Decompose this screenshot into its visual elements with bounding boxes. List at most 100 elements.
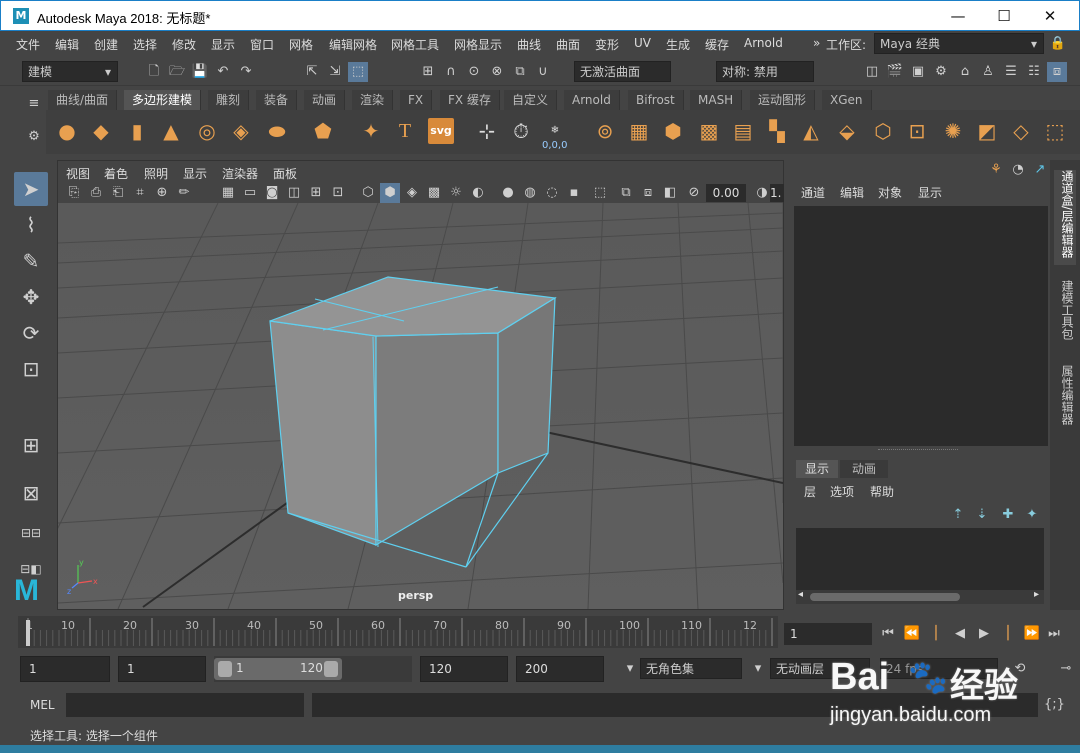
time-slider[interactable]: 110203040506070809010011012 bbox=[18, 616, 778, 648]
character-set-field[interactable]: 无角色集 bbox=[640, 658, 742, 679]
layer-menu-layers[interactable]: 层 bbox=[804, 483, 816, 500]
motion-blur-icon[interactable]: ◍ bbox=[520, 183, 540, 203]
xray-components-icon[interactable]: ◧ bbox=[660, 183, 680, 203]
combine-icon[interactable]: ⊚ bbox=[592, 118, 618, 144]
tab-fx[interactable]: FX bbox=[400, 90, 433, 110]
menu-cache[interactable]: 缓存 bbox=[705, 36, 729, 53]
render-view-icon[interactable]: ◫ bbox=[862, 62, 882, 82]
gate-mask-icon[interactable]: ◫ bbox=[284, 183, 304, 203]
fill-hole-icon[interactable]: ⬙ bbox=[834, 118, 860, 144]
command-input[interactable] bbox=[66, 693, 304, 717]
layer-tab-anim[interactable]: 动画 bbox=[840, 460, 888, 478]
menu-surfaces[interactable]: 曲面 bbox=[556, 36, 580, 53]
select-tool-arrow-icon[interactable]: ➤ bbox=[14, 172, 48, 206]
layer-editor-toggle-icon[interactable]: ◔ bbox=[1008, 160, 1028, 180]
shelf-menu-icon[interactable]: ≡ bbox=[24, 94, 44, 114]
disc-icon[interactable]: ⬬ bbox=[264, 118, 290, 144]
safe-action-icon[interactable]: ⊡ bbox=[328, 183, 348, 203]
character-set-dropdown-icon[interactable]: ▾ bbox=[620, 659, 640, 679]
smooth-icon[interactable]: ⬢ bbox=[660, 118, 686, 144]
xray-icon[interactable]: ⧉ bbox=[616, 183, 636, 203]
current-time-marker[interactable] bbox=[26, 620, 30, 646]
character-controls-icon[interactable]: ♙ bbox=[978, 62, 998, 82]
3d-viewport[interactable]: y x z persp bbox=[58, 203, 783, 609]
side-tab-modeling-toolkit[interactable]: 建模工具包 bbox=[1054, 280, 1076, 355]
move-layer-down-icon[interactable]: ⇣ bbox=[972, 505, 992, 525]
scrollbar-thumb[interactable] bbox=[810, 593, 960, 601]
rotate-tool-icon[interactable]: ⟳ bbox=[14, 316, 48, 350]
grid-toggle-icon[interactable]: ▦ bbox=[218, 183, 238, 203]
ipr-render-icon[interactable]: ▣ bbox=[908, 62, 928, 82]
layer-menu-help[interactable]: 帮助 bbox=[870, 483, 894, 500]
bridge-icon[interactable]: ▤ bbox=[730, 118, 756, 144]
menu-mesh[interactable]: 网格 bbox=[289, 36, 313, 53]
play-backward-icon[interactable]: ◀ bbox=[950, 624, 970, 644]
menu-edit[interactable]: 编辑 bbox=[55, 36, 79, 53]
move-tool-icon[interactable]: ✥ bbox=[14, 280, 48, 314]
measure-icon[interactable]: ⊹ bbox=[474, 118, 500, 144]
tool-x-icon[interactable]: ⏱ bbox=[508, 118, 534, 144]
tab-rigging[interactable]: 装备 bbox=[256, 90, 298, 110]
camera-attributes-icon[interactable]: ⎙ bbox=[86, 183, 106, 203]
svg-icon[interactable]: svg bbox=[428, 118, 454, 144]
maximize-button[interactable]: ☐ bbox=[981, 1, 1027, 31]
layer-menu-options[interactable]: 选项 bbox=[830, 483, 854, 500]
tab-mash[interactable]: MASH bbox=[690, 90, 743, 110]
xray-joints-icon[interactable]: ⧈ bbox=[638, 183, 658, 203]
menu-lighting[interactable]: 照明 bbox=[144, 165, 168, 182]
platonic-icon[interactable]: ⬟ bbox=[310, 118, 336, 144]
channel-menu-channels[interactable]: 通道 bbox=[801, 184, 825, 201]
lights-icon[interactable]: ☼ bbox=[446, 183, 466, 203]
menu-show[interactable]: 显示 bbox=[183, 165, 207, 182]
anim-layer-dropdown-icon[interactable]: ▾ bbox=[748, 659, 768, 679]
playback-start-field[interactable]: 1 bbox=[118, 656, 206, 682]
menu-select[interactable]: 选择 bbox=[133, 36, 157, 53]
scroll-left-icon[interactable]: ◂ bbox=[798, 589, 803, 600]
2d-pan-zoom-icon[interactable]: ⊕ bbox=[152, 183, 172, 203]
resolution-gate-icon[interactable]: ◙ bbox=[262, 183, 282, 203]
snap-grid-icon[interactable]: ⊞ bbox=[418, 62, 438, 82]
step-back-key-icon[interactable]: ⏪ bbox=[902, 624, 922, 644]
plane-icon[interactable]: ◈ bbox=[228, 118, 254, 144]
shadows-icon[interactable]: ◐ bbox=[468, 183, 488, 203]
redo-icon[interactable]: ↷ bbox=[236, 62, 256, 82]
animation-start-field[interactable]: 1 bbox=[20, 656, 110, 682]
step-forward-frame-icon[interactable]: ⎮ bbox=[998, 624, 1018, 644]
shelf-settings-gear-icon[interactable]: ⚙ bbox=[24, 127, 44, 147]
exposure-field[interactable]: 0.00 bbox=[706, 184, 746, 202]
textured-icon[interactable]: ▩ bbox=[424, 183, 444, 203]
tab-fx-caching[interactable]: FX 缓存 bbox=[440, 90, 500, 110]
menu-deform[interactable]: 变形 bbox=[595, 36, 619, 53]
go-to-start-icon[interactable]: ⏮ bbox=[878, 624, 898, 644]
channel-box-icon[interactable]: ⧈ bbox=[1047, 62, 1067, 82]
step-back-frame-icon[interactable]: ⎮ bbox=[926, 624, 946, 644]
type-icon[interactable]: T bbox=[392, 118, 418, 144]
menu-display[interactable]: 显示 bbox=[211, 36, 235, 53]
snap-view-plane-icon[interactable]: ⧉ bbox=[510, 62, 530, 82]
super-shape-icon[interactable]: ✦ bbox=[358, 118, 384, 144]
tab-animation[interactable]: 动画 bbox=[304, 90, 346, 110]
sphere-icon[interactable]: ● bbox=[54, 118, 80, 144]
scroll-right-icon[interactable]: ▸ bbox=[1034, 589, 1039, 600]
menu-renderer[interactable]: 渲染器 bbox=[222, 165, 258, 182]
image-plane-icon[interactable]: ⌗ bbox=[130, 183, 150, 203]
animation-end-field[interactable]: 200 bbox=[516, 656, 604, 682]
menu-mesh-tools[interactable]: 网格工具 bbox=[391, 36, 439, 53]
channel-menu-show[interactable]: 显示 bbox=[918, 184, 942, 201]
tool-settings-icon[interactable]: ☷ bbox=[1024, 62, 1044, 82]
channel-menu-edit[interactable]: 编辑 bbox=[840, 184, 864, 201]
merge-icon[interactable]: ⬡ bbox=[870, 118, 896, 144]
target-weld-icon[interactable]: ✺ bbox=[940, 118, 966, 144]
new-layer-selected-icon[interactable]: ✦ bbox=[1022, 505, 1042, 525]
gamma-field[interactable]: 1. bbox=[770, 184, 784, 202]
workspace-dropdown[interactable]: Maya 经典 ▾ bbox=[874, 33, 1044, 54]
minimize-button[interactable]: — bbox=[935, 1, 981, 31]
layer-scrollbar[interactable]: ◂ ▸ bbox=[796, 589, 1044, 604]
layout-four-icon[interactable]: ⊠ bbox=[14, 476, 48, 510]
layout-split-icon[interactable]: ⊟⊟ bbox=[14, 516, 48, 550]
side-tab-channel-box[interactable]: 通道盒/层编辑器 bbox=[1054, 170, 1076, 265]
edge-loop-icon[interactable]: ◇ bbox=[1008, 118, 1034, 144]
tab-custom[interactable]: 自定义 bbox=[504, 90, 558, 110]
exposure-icon[interactable]: ⊘ bbox=[684, 183, 704, 203]
film-gate-icon[interactable]: ▭ bbox=[240, 183, 260, 203]
